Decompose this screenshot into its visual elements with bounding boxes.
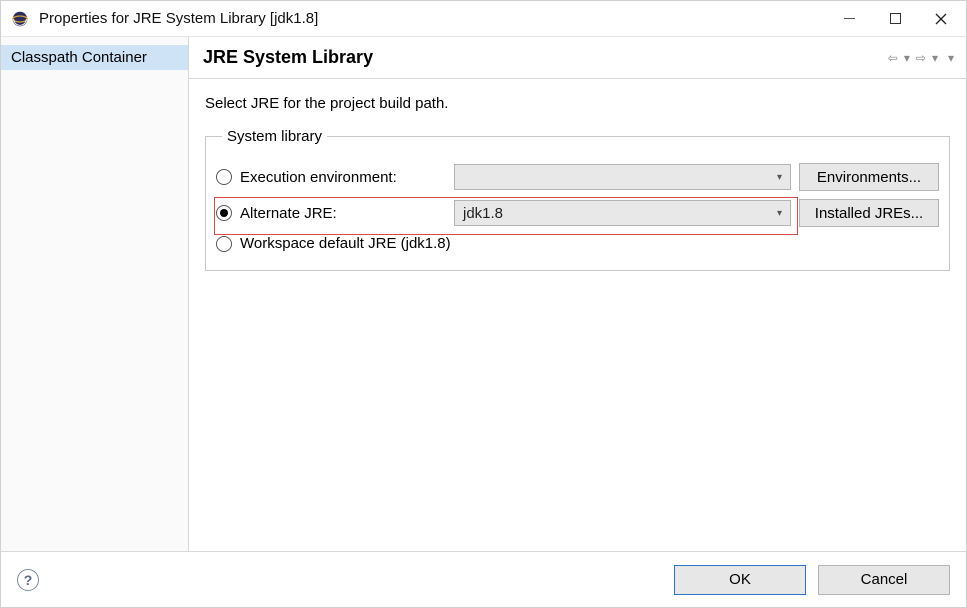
chevron-down-icon: ▾ <box>777 208 782 219</box>
forward-icon[interactable]: ⇨ <box>916 51 926 65</box>
help-icon[interactable]: ? <box>17 569 39 591</box>
forward-menu-icon[interactable]: ▾ <box>932 51 938 65</box>
minimize-button[interactable] <box>826 4 872 34</box>
close-button[interactable] <box>918 4 964 34</box>
radio-icon <box>216 236 232 252</box>
system-library-group: System library Execution environment: ▾ … <box>205 128 950 271</box>
radio-icon <box>216 169 232 185</box>
footer: ? OK Cancel <box>1 551 966 607</box>
main-header: JRE System Library ⇦ ▾ ⇨ ▾ ▾ <box>189 37 966 79</box>
radio-icon <box>216 205 232 221</box>
row-execution-environment: Execution environment: ▾ Environments... <box>216 159 939 195</box>
radio-workspace-default[interactable]: Workspace default JRE (jdk1.8) <box>216 235 939 252</box>
installed-jres-button[interactable]: Installed JREs... <box>799 199 939 227</box>
titlebar: Properties for JRE System Library [jdk1.… <box>1 1 966 37</box>
radio-execution-environment[interactable]: Execution environment: <box>216 169 446 186</box>
properties-dialog: Properties for JRE System Library [jdk1.… <box>0 0 967 608</box>
radio-label: Execution environment: <box>240 169 397 186</box>
row-alternate-jre: Alternate JRE: jdk1.8 ▾ Installed JREs..… <box>216 195 939 231</box>
header-toolbar: ⇦ ▾ ⇨ ▾ ▾ <box>888 51 954 65</box>
instruction-text: Select JRE for the project build path. <box>205 95 950 112</box>
ok-button[interactable]: OK <box>674 565 806 595</box>
radio-label: Workspace default JRE (jdk1.8) <box>240 235 451 252</box>
back-menu-icon[interactable]: ▾ <box>904 51 910 65</box>
main-panel: JRE System Library ⇦ ▾ ⇨ ▾ ▾ Select JRE … <box>189 37 966 551</box>
combo-value: jdk1.8 <box>463 205 503 222</box>
cancel-button[interactable]: Cancel <box>818 565 950 595</box>
radio-label: Alternate JRE: <box>240 205 337 222</box>
main-content: Select JRE for the project build path. S… <box>189 79 966 551</box>
window-title: Properties for JRE System Library [jdk1.… <box>39 10 318 27</box>
radio-alternate-jre[interactable]: Alternate JRE: <box>216 205 446 222</box>
environments-button[interactable]: Environments... <box>799 163 939 191</box>
page-title: JRE System Library <box>203 47 888 68</box>
eclipse-icon <box>11 10 29 28</box>
back-icon[interactable]: ⇦ <box>888 51 898 65</box>
combo-alternate-jre[interactable]: jdk1.8 ▾ <box>454 200 791 226</box>
maximize-button[interactable] <box>872 4 918 34</box>
sidebar: Classpath Container <box>1 37 189 551</box>
sidebar-item-classpath-container[interactable]: Classpath Container <box>1 45 188 70</box>
sidebar-item-label: Classpath Container <box>11 49 147 66</box>
chevron-down-icon: ▾ <box>777 172 782 183</box>
combo-execution-environment[interactable]: ▾ <box>454 164 791 190</box>
view-menu-icon[interactable]: ▾ <box>948 51 954 65</box>
group-legend: System library <box>222 128 327 145</box>
row-workspace-default: Workspace default JRE (jdk1.8) <box>216 231 939 256</box>
